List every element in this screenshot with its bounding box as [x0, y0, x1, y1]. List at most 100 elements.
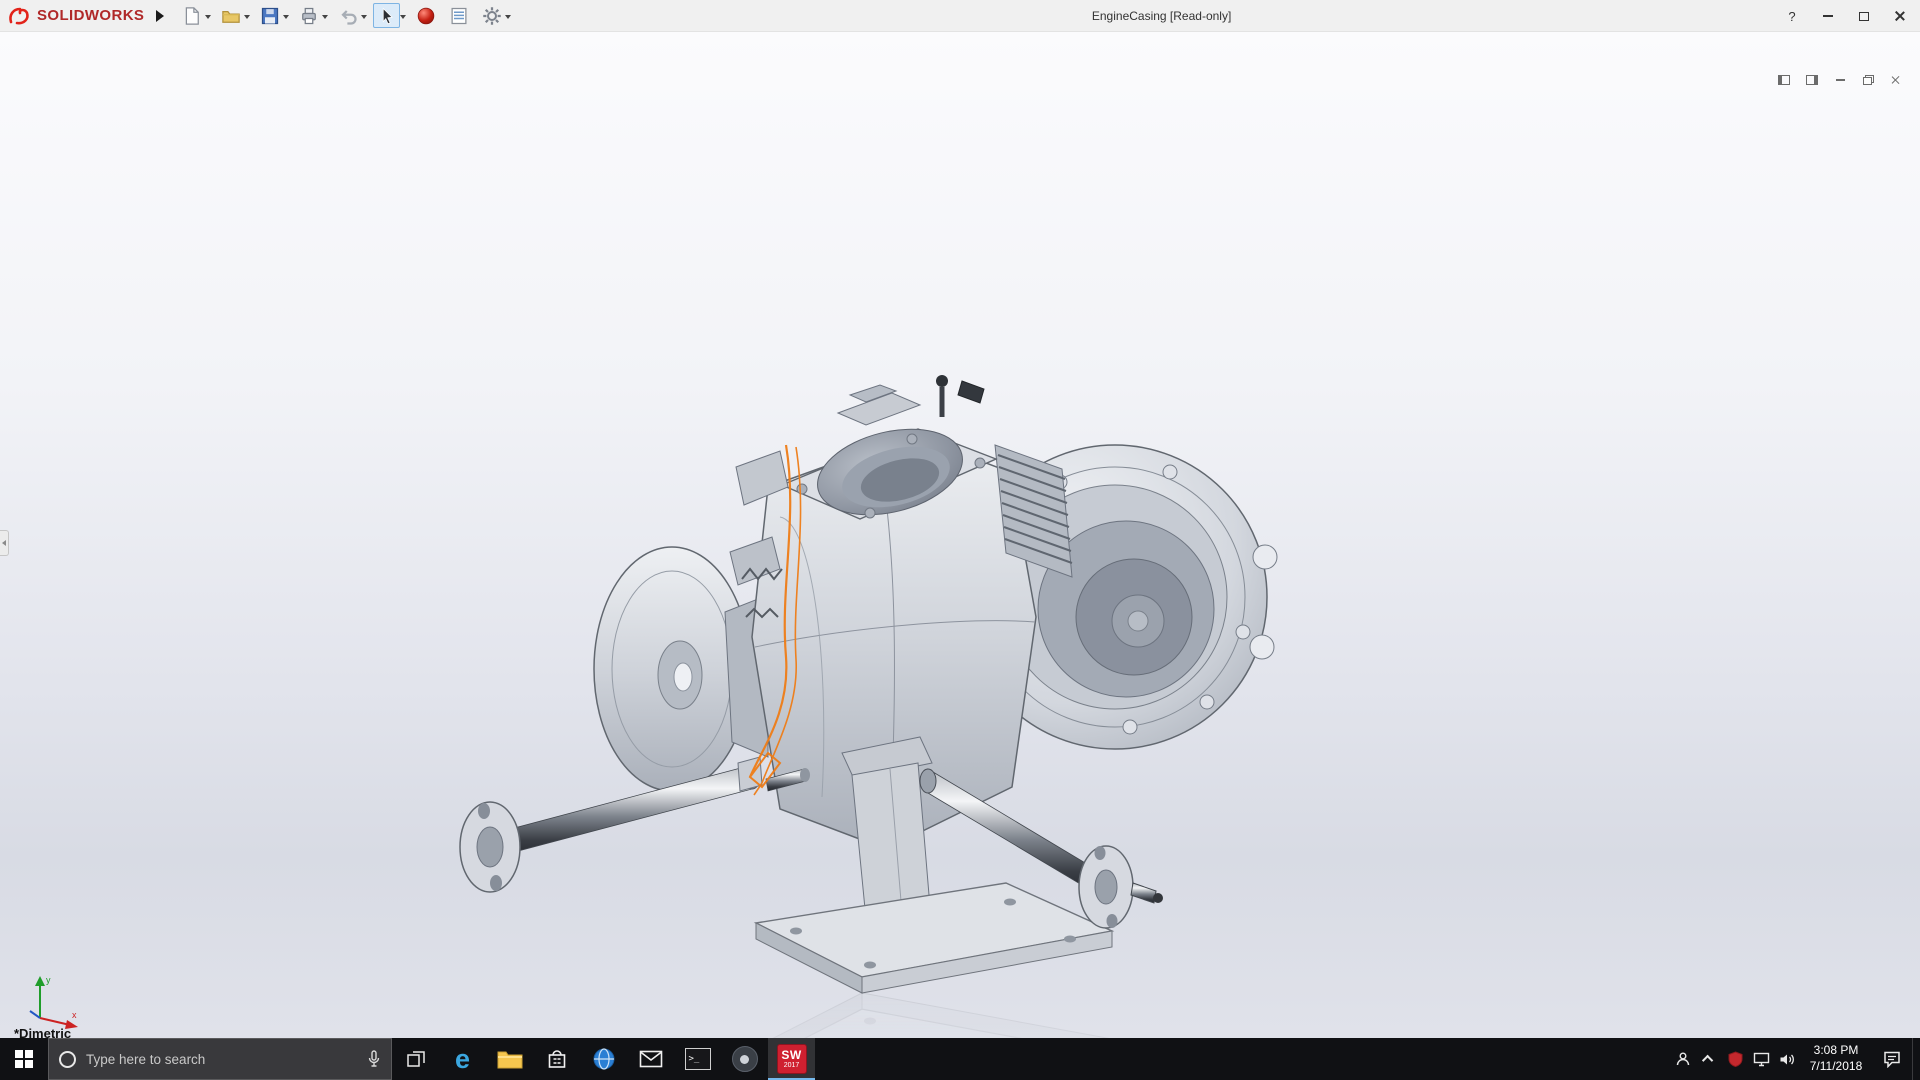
display-tray-button[interactable]: [1748, 1038, 1774, 1080]
help-button[interactable]: ?: [1774, 2, 1810, 30]
open-button[interactable]: [217, 3, 244, 28]
windows-logo-icon: [15, 1050, 33, 1068]
appearance-button[interactable]: [412, 3, 439, 28]
volume-button[interactable]: [1774, 1038, 1800, 1080]
axis-x-label: x: [72, 1010, 77, 1020]
design-table-icon: [449, 6, 469, 26]
task-view-icon: [406, 1049, 426, 1069]
action-center-icon: [1883, 1051, 1901, 1068]
close-icon: [1894, 10, 1906, 22]
help-icon: ?: [1788, 9, 1795, 24]
globe-icon: [592, 1047, 616, 1071]
print-dropdown[interactable]: [322, 15, 328, 22]
pane-left-icon: [1778, 75, 1790, 85]
people-button[interactable]: [1670, 1038, 1696, 1080]
file-explorer-button[interactable]: [486, 1038, 533, 1080]
pane-left-button[interactable]: [1776, 73, 1792, 87]
engine-casing-model[interactable]: [450, 317, 1290, 1038]
minimize-icon: [1823, 15, 1833, 17]
app-icon: [732, 1046, 758, 1072]
solidworks-logo[interactable]: SOLIDWORKS: [0, 6, 150, 26]
cortana-icon: [59, 1051, 76, 1068]
open-dropdown[interactable]: [244, 15, 250, 22]
graphics-area[interactable]: y x *Dimetric: [0, 32, 1920, 1038]
options-dropdown[interactable]: [505, 15, 511, 22]
select-arrow-icon: [377, 6, 397, 26]
save-button[interactable]: [256, 3, 283, 28]
clock-date: 7/11/2018: [1810, 1059, 1863, 1075]
app-button[interactable]: [721, 1038, 768, 1080]
close-button[interactable]: [1882, 2, 1918, 30]
maximize-icon: [1859, 12, 1869, 21]
doc-minimize-icon: [1836, 79, 1845, 81]
security-tray-button[interactable]: [1722, 1038, 1748, 1080]
hidden-icons-button[interactable]: [1696, 1038, 1722, 1080]
file-explorer-icon: [497, 1048, 523, 1070]
taskbar-clock[interactable]: 3:08 PM 7/11/2018: [1800, 1038, 1872, 1080]
mail-button[interactable]: [627, 1038, 674, 1080]
terminal-icon: >_: [685, 1048, 711, 1070]
microphone-icon[interactable]: [367, 1050, 381, 1068]
undo-dropdown[interactable]: [361, 15, 367, 22]
show-desktop-button[interactable]: [1912, 1038, 1920, 1080]
select-tool-dropdown[interactable]: [400, 15, 406, 22]
titlebar: SOLIDWORKS: [0, 0, 1920, 32]
main-toolbar: [178, 3, 517, 28]
gear-icon: [482, 6, 502, 26]
feature-manager-collapsed-tab[interactable]: [0, 530, 9, 556]
new-document-dropdown[interactable]: [205, 15, 211, 22]
edge-icon: e: [455, 1046, 470, 1073]
speaker-icon: [1779, 1052, 1796, 1067]
chevron-up-icon: [1702, 1055, 1713, 1066]
minimize-button[interactable]: [1810, 2, 1846, 30]
solidworks-taskbar-button[interactable]: SW 2017: [768, 1038, 815, 1080]
brand-name: SOLIDWORKS: [37, 7, 144, 24]
orientation-triad[interactable]: y x: [22, 970, 86, 1034]
shield-icon: [1728, 1051, 1743, 1067]
store-button[interactable]: [533, 1038, 580, 1080]
print-button[interactable]: [295, 3, 322, 28]
search-input[interactable]: [86, 1052, 357, 1067]
save-icon: [260, 6, 280, 26]
print-icon: [299, 6, 319, 26]
clock-time: 3:08 PM: [1814, 1043, 1859, 1059]
doc-restore-button[interactable]: [1860, 73, 1876, 87]
document-window-controls: [1776, 73, 1904, 87]
new-document-icon: [182, 6, 202, 26]
appearance-sphere-icon: [416, 6, 436, 26]
action-center-button[interactable]: [1872, 1038, 1912, 1080]
task-view-button[interactable]: [392, 1038, 439, 1080]
doc-close-icon: [1891, 75, 1901, 85]
doc-close-button[interactable]: [1888, 73, 1904, 87]
taskbar-apps: e: [392, 1038, 815, 1080]
mail-icon: [639, 1050, 663, 1068]
design-table-button[interactable]: [445, 3, 472, 28]
monitor-icon: [1753, 1052, 1770, 1067]
doc-restore-icon: [1863, 75, 1874, 85]
select-tool-button[interactable]: [373, 3, 400, 28]
axis-y-label: y: [46, 975, 51, 985]
undo-button[interactable]: [334, 3, 361, 28]
save-dropdown[interactable]: [283, 15, 289, 22]
view-orientation-label: *Dimetric: [14, 1026, 71, 1038]
terminal-button[interactable]: >_: [674, 1038, 721, 1080]
taskbar: e: [0, 1038, 1920, 1080]
options-button[interactable]: [478, 3, 505, 28]
maximize-button[interactable]: [1846, 2, 1882, 30]
window-title: EngineCasing [Read-only]: [1092, 9, 1231, 23]
browser-button[interactable]: [580, 1038, 627, 1080]
ds-logo-icon: [8, 6, 32, 26]
system-tray: 3:08 PM 7/11/2018: [1670, 1038, 1920, 1080]
doc-minimize-button[interactable]: [1832, 73, 1848, 87]
taskbar-search[interactable]: [48, 1038, 392, 1080]
window-caption-buttons: ?: [1774, 0, 1918, 32]
solidworks-2017-icon: SW 2017: [777, 1044, 807, 1074]
new-document-button[interactable]: [178, 3, 205, 28]
undo-icon: [338, 6, 358, 26]
menu-flyout-arrow-icon[interactable]: [156, 10, 164, 22]
pane-right-button[interactable]: [1804, 73, 1820, 87]
desktop: SOLIDWORKS: [0, 0, 1920, 1080]
edge-button[interactable]: e: [439, 1038, 486, 1080]
start-button[interactable]: [0, 1038, 48, 1080]
store-bag-icon: [546, 1048, 568, 1070]
